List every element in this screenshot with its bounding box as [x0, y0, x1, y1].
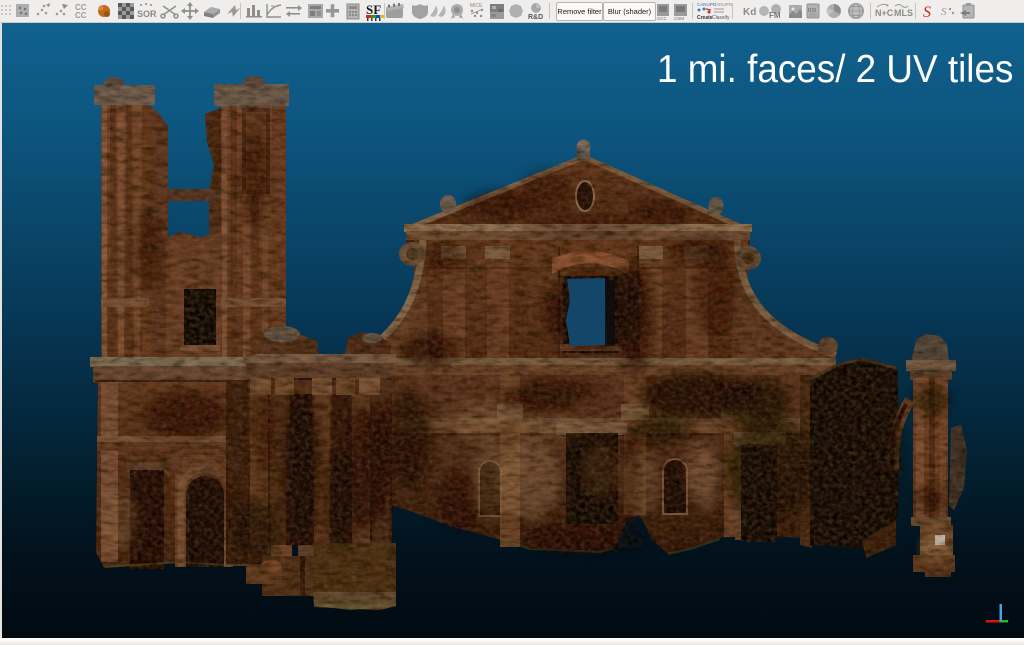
svg-text:Kd: Kd	[743, 7, 756, 18]
svg-text:MLS: MLS	[894, 8, 913, 18]
svg-text:RSI: RSI	[808, 8, 816, 14]
svg-text:CSM: CSM	[674, 16, 684, 21]
svg-text:CANUPO: CANUPO	[713, 2, 733, 7]
svg-text:Classify: Classify	[712, 15, 730, 21]
svg-text:S: S	[923, 4, 931, 21]
svg-text:S: S	[941, 6, 947, 18]
svg-text:N+C: N+C	[875, 8, 894, 18]
svg-text:Create: Create	[697, 15, 713, 21]
svg-text:CCC: CCC	[657, 16, 667, 21]
svg-text:FM: FM	[769, 11, 781, 20]
